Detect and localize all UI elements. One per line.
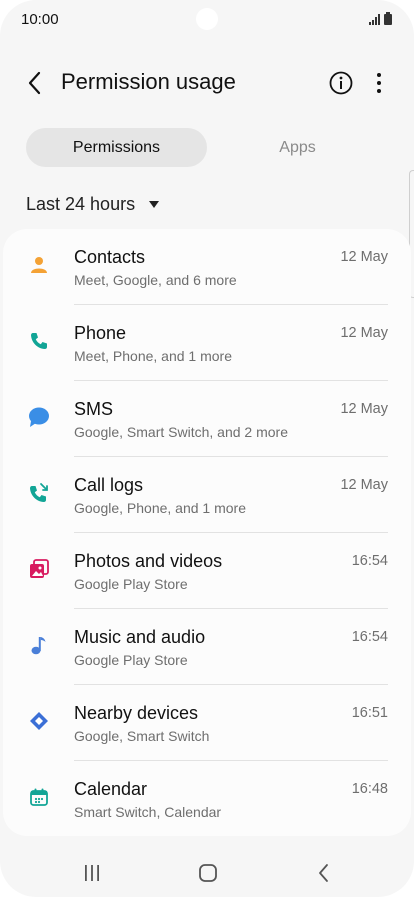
permission-name: SMS [74, 399, 114, 419]
time-range-dropdown[interactable]: Last 24 hours [26, 191, 160, 217]
tab-permissions[interactable]: Permissions [26, 128, 207, 167]
music-icon [27, 633, 51, 657]
permission-name: Contacts [74, 247, 146, 267]
permission-apps: Google Play Store [74, 652, 188, 668]
permission-last-used: 12 May [340, 401, 388, 417]
permission-row-music-and-audio[interactable]: Music and audio Google Play Store 16:54 [3, 609, 411, 685]
permission-apps: Meet, Phone, and 1 more [74, 348, 232, 364]
permission-apps: Google, Smart Switch [74, 728, 210, 744]
system-icons [369, 12, 392, 25]
tab-apps[interactable]: Apps [207, 128, 388, 167]
permission-row-phone[interactable]: Phone Meet, Phone, and 1 more 12 May [3, 305, 411, 381]
permission-apps: Smart Switch, Calendar [74, 804, 222, 820]
navigation-bar [0, 848, 414, 897]
sms-icon [27, 405, 51, 429]
permission-apps: Meet, Google, and 6 more [74, 272, 237, 288]
permission-last-used: 16:54 [351, 553, 388, 569]
view-tabs: Permissions Apps [26, 128, 388, 167]
permission-row-photos-and-videos[interactable]: Photos and videos Google Play Store 16:5… [3, 533, 411, 609]
permission-last-used: 16:48 [351, 781, 388, 797]
phone-icon [27, 329, 51, 353]
page-title: Permission usage [61, 69, 236, 94]
permission-name: Phone [74, 323, 127, 343]
permission-name: Call logs [74, 475, 144, 495]
app-bar: Permission usage [0, 60, 414, 108]
nearby-devices-icon [27, 709, 51, 733]
recent-apps-button[interactable] [77, 860, 107, 886]
permission-row-call-logs[interactable]: Call logs Google, Phone, and 1 more 12 M… [3, 457, 411, 533]
info-icon [329, 71, 353, 95]
screen: 10:00 Permission usage Permissions Apps … [0, 0, 414, 897]
more-options-button[interactable] [367, 69, 391, 97]
front-camera [196, 8, 218, 30]
battery-icon [384, 12, 392, 25]
chevron-left-icon [28, 71, 41, 95]
home-icon [199, 864, 217, 882]
more-vertical-icon [377, 73, 381, 93]
info-button[interactable] [327, 69, 355, 97]
permission-last-used: 12 May [340, 477, 388, 493]
permission-row-sms[interactable]: SMS Google, Smart Switch, and 2 more 12 … [3, 381, 411, 457]
calendar-icon [27, 785, 51, 809]
caret-down-icon [149, 201, 160, 208]
permission-last-used: 16:51 [351, 705, 388, 721]
nav-back-button[interactable] [309, 860, 339, 886]
permission-apps: Google, Smart Switch, and 2 more [74, 424, 288, 440]
status-time: 10:00 [21, 11, 59, 28]
permission-name: Music and audio [74, 627, 206, 647]
permission-row-calendar[interactable]: Calendar Smart Switch, Calendar 16:48 [3, 761, 411, 836]
permission-name: Calendar [74, 779, 148, 799]
back-button[interactable] [20, 68, 50, 98]
time-range-label: Last 24 hours [26, 193, 136, 214]
photos-icon [27, 557, 51, 581]
permission-name: Photos and videos [74, 551, 223, 571]
contacts-icon [27, 253, 51, 277]
permission-list: Contacts Meet, Google, and 6 more 12 May… [3, 229, 411, 836]
signal-icon [369, 14, 380, 25]
permission-row-nearby-devices[interactable]: Nearby devices Google, Smart Switch 16:5… [3, 685, 411, 761]
status-bar: 10:00 [0, 0, 414, 38]
permission-last-used: 16:54 [351, 629, 388, 645]
recent-apps-icon [85, 865, 99, 881]
permission-last-used: 12 May [340, 325, 388, 341]
permission-name: Nearby devices [74, 703, 199, 723]
permission-row-contacts[interactable]: Contacts Meet, Google, and 6 more 12 May [3, 229, 411, 305]
call-logs-icon [27, 481, 51, 505]
permission-apps: Google Play Store [74, 576, 188, 592]
back-icon [319, 864, 328, 882]
home-button[interactable] [193, 860, 223, 886]
permission-apps: Google, Phone, and 1 more [74, 500, 247, 516]
permission-last-used: 12 May [340, 249, 388, 265]
